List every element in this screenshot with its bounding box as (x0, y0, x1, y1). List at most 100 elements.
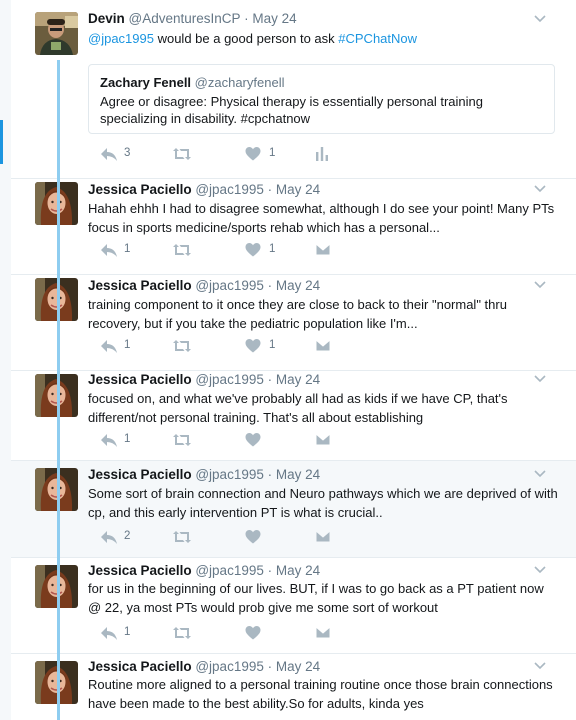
display-name[interactable]: Jessica Paciello (88, 659, 192, 674)
reply-icon (101, 434, 117, 447)
reply-icon (101, 531, 117, 544)
display-name[interactable]: Jessica Paciello (88, 372, 192, 387)
timestamp[interactable]: May 24 (252, 11, 296, 26)
timestamp[interactable]: May 24 (276, 182, 320, 197)
tweet-jessica-4[interactable]: Jessica Paciello @jpac1995 · May 24 Some… (11, 461, 576, 557)
display-name[interactable]: Jessica Paciello (88, 182, 192, 197)
timestamp[interactable]: May 24 (276, 278, 320, 293)
tweet-jessica-3[interactable]: Jessica Paciello @jpac1995 · May 24 focu… (11, 371, 576, 460)
tweet-actions: 1 (88, 625, 338, 641)
display-name[interactable]: Jessica Paciello (88, 467, 192, 482)
quoted-tweet[interactable]: Zachary Fenell @zacharyfenell Agree or d… (88, 64, 555, 134)
tweet-header: Jessica Paciello @jpac1995 · May 24 (88, 467, 320, 483)
tweet-jessica-1[interactable]: Jessica Paciello @jpac1995 · May 24 Haha… (11, 179, 576, 274)
reply-icon (101, 340, 117, 353)
tweet-text: for us in the beginning of our lives. BU… (88, 581, 544, 615)
like-count: 1 (269, 339, 276, 351)
timestamp[interactable]: May 24 (276, 659, 320, 674)
reply-count: 1 (124, 339, 131, 351)
mention-link[interactable]: @jpac1995 (88, 31, 154, 46)
timestamp[interactable]: May 24 (276, 563, 320, 578)
chevron-down-icon[interactable] (534, 470, 546, 478)
heart-icon (245, 147, 261, 161)
chevron-down-icon[interactable] (534, 566, 546, 574)
envelope-icon (315, 339, 331, 352)
heart-icon (245, 339, 261, 353)
tweet-header: Jessica Paciello @jpac1995 · May 24 (88, 563, 320, 579)
quoted-display-name: Zachary Fenell (100, 75, 192, 90)
tweet-text: Routine more aligned to a personal train… (88, 677, 553, 711)
quoted-username: @zacharyfenell (194, 75, 285, 90)
username[interactable]: @jpac1995 (195, 372, 264, 387)
separator-dot: · (267, 467, 273, 482)
edge-marker (0, 120, 3, 164)
like-count: 1 (269, 147, 276, 159)
tweet-header: Jessica Paciello @jpac1995 · May 24 (88, 278, 320, 294)
username[interactable]: @jpac1995 (195, 467, 264, 482)
username[interactable]: @jpac1995 (195, 182, 264, 197)
reply-count: 1 (124, 243, 131, 255)
envelope-icon (315, 626, 331, 639)
reply-count: 1 (124, 626, 131, 638)
heart-icon (245, 243, 261, 257)
tweet-jessica-6[interactable]: Jessica Paciello @jpac1995 · May 24 Rout… (11, 654, 576, 720)
separator-dot: · (267, 372, 273, 387)
retweet-icon (173, 148, 191, 160)
tweet-text: training component to it once they are c… (88, 297, 507, 331)
quoted-tweet-header: Zachary Fenell @zacharyfenell (100, 75, 284, 90)
reply-icon (101, 244, 117, 257)
chevron-down-icon[interactable] (534, 375, 546, 383)
avatar[interactable] (35, 12, 78, 55)
chevron-down-icon[interactable] (534, 281, 546, 289)
left-edge (0, 0, 11, 720)
username[interactable]: @jpac1995 (195, 659, 264, 674)
heart-icon (245, 433, 261, 447)
retweet-icon (173, 627, 191, 639)
hashtag-link[interactable]: #CPChatNow (338, 31, 417, 46)
retweet-icon (173, 244, 191, 256)
thread-connector-line (57, 60, 60, 720)
tweet-text: Some sort of brain connection and Neuro … (88, 486, 558, 520)
separator-dot: · (267, 659, 273, 674)
envelope-icon (315, 433, 331, 446)
envelope-icon (315, 530, 331, 543)
tweet-text-mid: would be a good person to ask (153, 31, 339, 46)
tweet-header: Devin @AdventuresInCP · May 24 (88, 11, 297, 27)
separator-dot: · (244, 11, 249, 26)
tweet-text: Hahah ehhh I had to disagree somewhat, a… (88, 201, 555, 235)
username[interactable]: @jpac1995 (195, 278, 264, 293)
retweet-icon (173, 340, 191, 352)
tweet-actions: 3 1 (88, 146, 338, 162)
display-name[interactable]: Devin (88, 11, 125, 26)
reply-icon (101, 627, 117, 640)
reply-count: 3 (124, 147, 131, 159)
tweet-actions: 1 (88, 432, 338, 448)
tweet-devin[interactable]: Devin @AdventuresInCP · May 24 @jpac1995… (11, 0, 576, 178)
tweet-header: Jessica Paciello @jpac1995 · May 24 (88, 372, 320, 388)
chevron-down-icon[interactable] (534, 15, 546, 23)
tweet-jessica-5[interactable]: Jessica Paciello @jpac1995 · May 24 for … (11, 558, 576, 653)
username[interactable]: @jpac1995 (195, 563, 264, 578)
username[interactable]: @AdventuresInCP (129, 11, 241, 26)
analytics-icon (316, 147, 328, 161)
tweet-actions: 1 1 (88, 338, 338, 354)
display-name[interactable]: Jessica Paciello (88, 563, 192, 578)
envelope-icon (315, 243, 331, 256)
retweet-icon (173, 434, 191, 446)
chevron-down-icon[interactable] (534, 662, 546, 670)
chevron-down-icon[interactable] (534, 185, 546, 193)
tweet-actions: 2 (88, 529, 338, 545)
quoted-tweet-text: Agree or disagree: Physical therapy is e… (100, 94, 483, 126)
separator-dot: · (267, 278, 273, 293)
timestamp[interactable]: May 24 (276, 467, 320, 482)
heart-icon (245, 530, 261, 544)
reply-icon (101, 148, 117, 161)
tweet-thread: Devin @AdventuresInCP · May 24 @jpac1995… (11, 0, 576, 720)
tweet-header: Jessica Paciello @jpac1995 · May 24 (88, 659, 320, 675)
display-name[interactable]: Jessica Paciello (88, 278, 192, 293)
timestamp[interactable]: May 24 (276, 372, 320, 387)
tweet-jessica-2[interactable]: Jessica Paciello @jpac1995 · May 24 trai… (11, 275, 576, 370)
retweet-icon (173, 531, 191, 543)
like-count: 1 (269, 243, 276, 255)
separator-dot: · (267, 182, 273, 197)
